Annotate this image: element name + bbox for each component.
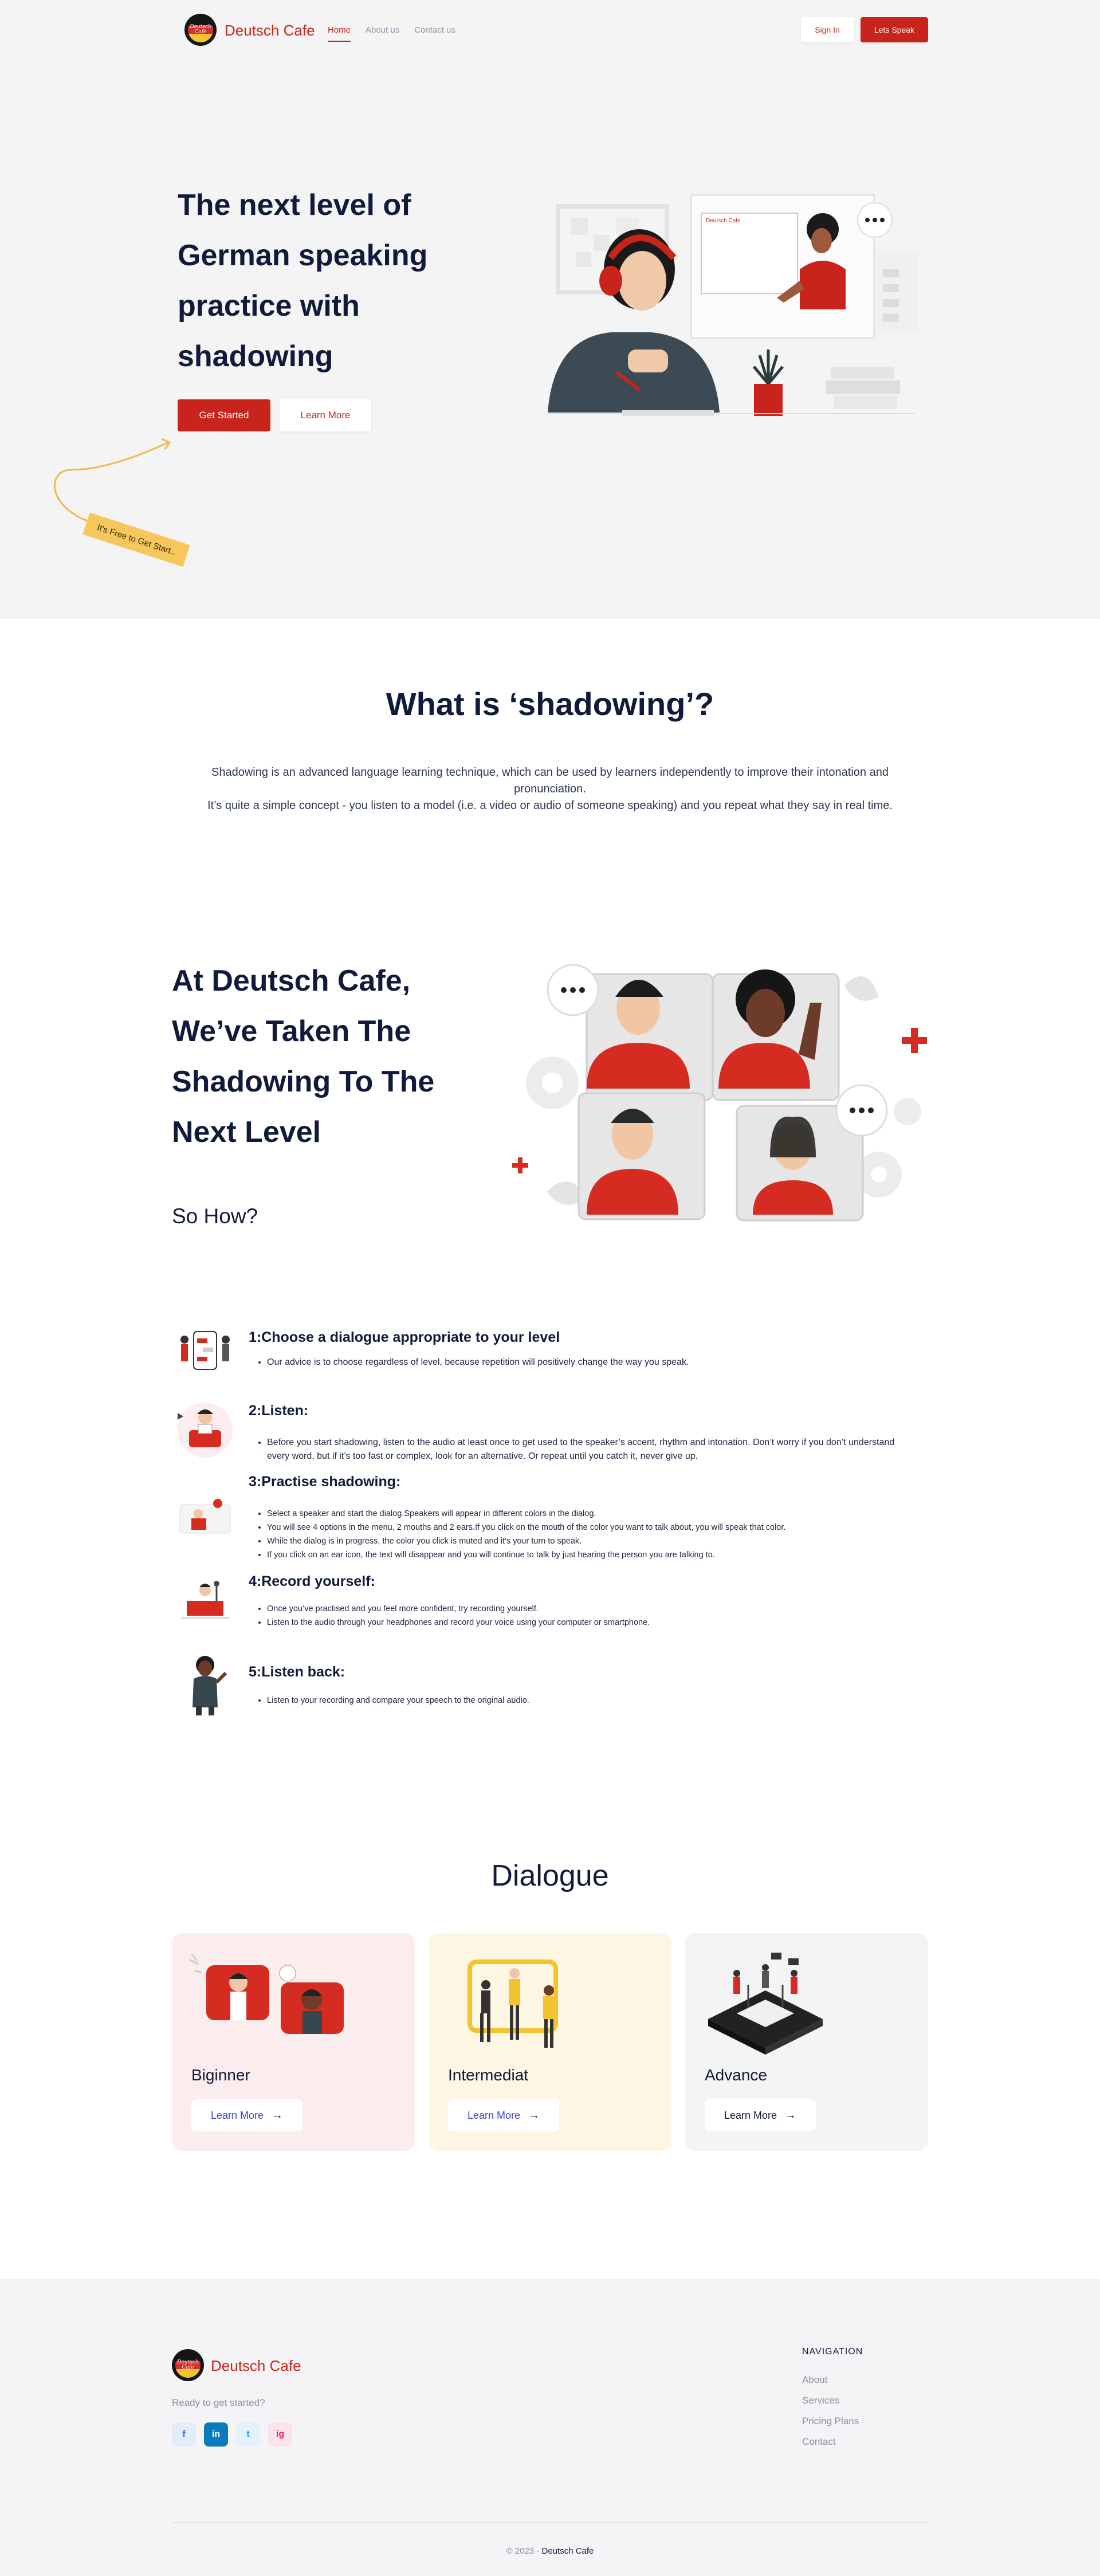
step-4-title: 4:Record yourself: [249, 1573, 375, 1589]
dialogue-title: Dialogue [491, 1859, 609, 1892]
arrow-right-icon: → [528, 2108, 540, 2122]
copyright-prefix: © 2023 - [506, 2546, 540, 2556]
step-3-title: 3:Practise shadowing: [249, 1474, 401, 1490]
so-how-text: So How? [172, 1204, 258, 1228]
instagram-icon[interactable]: ig [268, 2422, 292, 2447]
intermediate-learn-more-button[interactable]: Learn More → [448, 2099, 559, 2131]
arrow-right-icon: → [785, 2108, 797, 2122]
what-paragraph: Shadowing is an advanced language learni… [178, 764, 922, 814]
logo-text: Deutsch Cafe [190, 24, 211, 35]
level-title-line: Shadowing To The [172, 1065, 435, 1098]
intermediate-illustration [467, 1960, 558, 2048]
what-para-2: It’s quite a simple concept - you listen… [207, 799, 893, 812]
what-para-1: Shadowing is an advanced language learni… [211, 766, 889, 795]
step-4-icon [181, 1581, 229, 1619]
footer-nav: NAVIGATION About Services Pricing Plans … [802, 2347, 863, 2448]
beginner-learn-more-label: Learn More [210, 2109, 264, 2121]
step-1-bullet: Our advice is to choose regardless of le… [267, 1356, 907, 1369]
level-title-line: We’ve Taken The [172, 1015, 411, 1048]
footer-nav-title: NAVIGATION [802, 2347, 863, 2357]
social-links: f in t ig [172, 2422, 292, 2447]
intermediate-learn-more-label: Learn More [467, 2109, 521, 2121]
step-1-icon [180, 1331, 230, 1370]
get-started-button[interactable]: Get Started [178, 399, 270, 431]
step-5-icon [192, 1656, 227, 1715]
nav-home[interactable]: Home [328, 25, 351, 42]
advance-illustration [708, 1953, 823, 2055]
hero-title-line: shadowing [178, 340, 333, 373]
step-2-title: 2:Listen: [249, 1403, 309, 1419]
arrow-curve-icon [53, 438, 171, 523]
step-3-list: Select a speaker and start the dialog.Sp… [249, 1507, 907, 1562]
dialogue-card-beginner[interactable]: Biginner Learn More → [172, 1933, 415, 2151]
level-title-line: Next Level [172, 1116, 321, 1149]
advance-learn-more-button[interactable]: Learn More → [705, 2099, 816, 2131]
footer-link-about[interactable]: About [802, 2374, 863, 2386]
footer-logo-text: Deutsch Cafe [177, 2359, 199, 2370]
footer-link-pricing[interactable]: Pricing Plans [802, 2416, 863, 2427]
advance-learn-more-label: Learn More [724, 2109, 777, 2121]
level-title: At Deutsch Cafe, We’ve Taken The Shadowi… [172, 956, 493, 1157]
footer-brand[interactable]: Deutsch Cafe [211, 2357, 301, 2375]
footer: Deutsch Cafe Deutsch Cafe Ready to get s… [0, 2279, 1100, 2576]
hero-title: The next level of German speaking practi… [178, 180, 498, 382]
beginner-learn-more-button[interactable]: Learn More → [191, 2099, 302, 2131]
step-4-list: Once you’ve practised and you feel more … [249, 1602, 907, 1629]
step-3-bullet: You will see 4 options in the menu, 2 mo… [267, 1521, 907, 1534]
navbar: Deutsch Cafe Deutsch Cafe Home About us … [184, 14, 928, 47]
nav-about[interactable]: About us [366, 25, 399, 42]
hero-title-line: German speaking [178, 239, 428, 272]
beginner-title: Biginner [191, 2066, 250, 2084]
step-4-bullet: Listen to the audio through your headpho… [267, 1616, 907, 1629]
step-5-title: 5:Listen back: [249, 1664, 345, 1680]
step-1-list: Our advice is to choose regardless of le… [249, 1356, 907, 1369]
step-3-bullet: Select a speaker and start the dialog.Sp… [267, 1507, 907, 1521]
step-5-list: Listen to your recording and compare you… [249, 1694, 907, 1707]
steps-section: 1:Choose a dialogue appropriate to your … [172, 1324, 928, 1736]
step-5-bullet: Listen to your recording and compare you… [267, 1694, 907, 1707]
step-2-bullet: Before you start shadowing, listen to th… [267, 1436, 907, 1463]
footer-tagline: Ready to get started? [172, 2397, 265, 2408]
advance-title: Advance [705, 2066, 767, 2084]
dialogue-card-advance[interactable]: Advance Learn More → [685, 1933, 928, 2151]
step-3-bullet: If you click on an ear icon, the text wi… [267, 1548, 907, 1562]
intermediate-title: Intermediat [448, 2066, 529, 2084]
step-2-icon [178, 1403, 233, 1458]
sign-in-button[interactable]: Sign In [801, 17, 854, 42]
arrow-right-icon: → [272, 2108, 284, 2122]
nav-contact[interactable]: Contact us [414, 25, 455, 42]
hero-illustration: Deutsch Cafe [548, 194, 918, 416]
lets-speak-button[interactable]: Lets Speak [861, 17, 928, 42]
footer-link-contact[interactable]: Contact [802, 2436, 863, 2448]
brand-name[interactable]: Deutsch Cafe [225, 22, 315, 40]
step-2-list: Before you start shadowing, listen to th… [249, 1436, 907, 1463]
screen-text: Deutsch Cafe [706, 218, 741, 224]
step-3-icon [179, 1499, 231, 1534]
level-title-line: At Deutsch Cafe, [172, 964, 411, 998]
twitter-icon[interactable]: t [236, 2422, 260, 2447]
hero-title-line: practice with [178, 289, 360, 323]
beginner-illustration [189, 1954, 344, 2034]
footer-divider [172, 2522, 928, 2523]
facebook-icon[interactable]: f [172, 2422, 196, 2447]
footer-link-services[interactable]: Services [802, 2395, 863, 2406]
step-4-bullet: Once you’ve practised and you feel more … [267, 1602, 907, 1616]
step-3-bullet: While the dialog is in progress, the col… [267, 1534, 907, 1548]
logo[interactable]: Deutsch Cafe [184, 14, 217, 46]
puzzle-illustration [512, 964, 927, 1222]
copyright: © 2023 - Deutsch Cafe [0, 2546, 1100, 2556]
hero-title-line: The next level of [178, 189, 411, 222]
dialogue-card-intermediate[interactable]: Intermediat Learn More → [429, 1933, 671, 2151]
copyright-brand[interactable]: Deutsch Cafe [542, 2546, 594, 2556]
step-1-title: 1:Choose a dialogue appropriate to your … [249, 1329, 560, 1345]
footer-logo[interactable]: Deutsch Cafe [172, 2349, 204, 2381]
learn-more-button[interactable]: Learn More [280, 399, 371, 431]
linkedin-icon[interactable]: in [204, 2422, 228, 2447]
what-title: What is ‘shadowing’? [386, 686, 714, 722]
